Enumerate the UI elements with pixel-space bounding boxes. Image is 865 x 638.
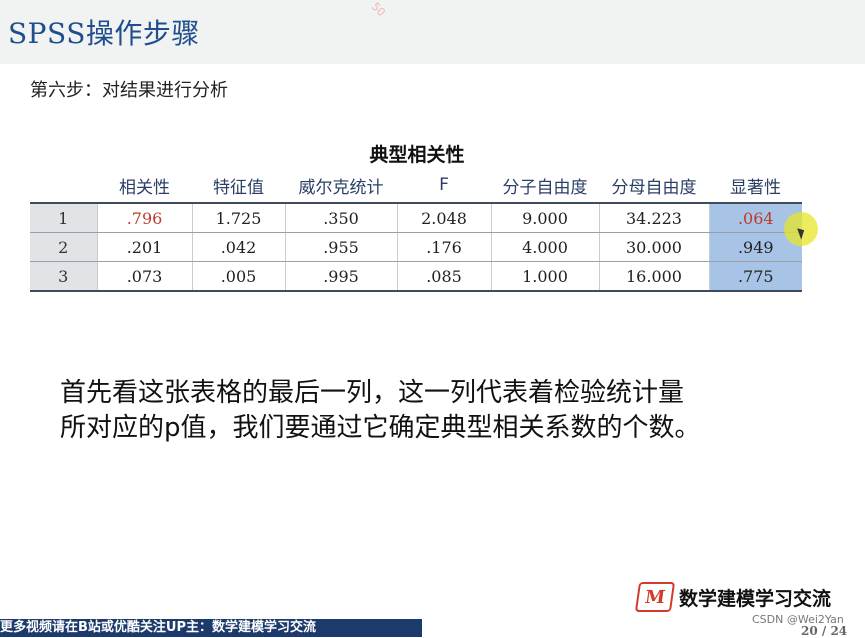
page-number: 20 / 24 <box>801 624 848 638</box>
cell-eigenvalue: .042 <box>191 232 285 262</box>
row-number: 2 <box>30 232 97 262</box>
header-wilks: 威尔克统计 <box>285 168 397 204</box>
header-significance: 显著性 <box>709 168 802 204</box>
brand-logo: M 数学建模学习交流 <box>634 582 832 612</box>
slide-description: 首先看这张表格的最后一列，这一列代表着检验统计量 所对应的p值，我们要通过它确定… <box>60 376 820 446</box>
cell-wilks: .955 <box>284 232 397 262</box>
cell-f: 2.048 <box>396 203 491 233</box>
table-title: 典型相关性 <box>369 144 465 166</box>
table-header-row: 相关性 特征值 威尔克统计 F 分子自由度 分母自由度 显著性 <box>30 168 802 204</box>
header-correlation: 相关性 <box>97 168 192 204</box>
slide-title: SPSS操作步骤 <box>8 17 200 50</box>
cell-f: .176 <box>396 232 491 262</box>
cell-correlation: .201 <box>96 232 192 262</box>
row-number: 3 <box>30 261 97 292</box>
logo-text: 数学建模学习交流 <box>679 587 832 610</box>
cell-num-df: 1.000 <box>490 261 599 292</box>
bottom-banner: 更多视频请在B站或优酷关注UP主：数学建模学习交流 <box>0 619 422 637</box>
cell-correlation: .796 <box>96 203 192 233</box>
table-row: 2 .201 .042 .955 .176 4.000 30.000 .949 <box>30 232 802 262</box>
header-f: F <box>397 168 491 204</box>
step-label: 第六步：对结果进行分析 <box>30 80 228 101</box>
description-line: 所对应的p值，我们要通过它确定典型相关系数的个数。 <box>60 413 701 443</box>
cell-significance: .775 <box>708 261 802 292</box>
cell-eigenvalue: .005 <box>191 261 285 292</box>
cell-num-df: 9.000 <box>490 203 599 233</box>
table-row: 3 .073 .005 .995 .085 1.000 16.000 .775 <box>30 261 802 292</box>
cell-wilks: .995 <box>284 261 397 292</box>
header-num-df: 分子自由度 <box>491 168 599 204</box>
table-row: 1 .796 1.725 .350 2.048 9.000 34.223 .06… <box>30 203 802 233</box>
cell-f: .085 <box>396 261 491 292</box>
row-number: 1 <box>30 203 97 233</box>
cell-den-df: 16.000 <box>598 261 709 292</box>
header-den-df: 分母自由度 <box>599 168 709 204</box>
header-blank <box>30 168 97 204</box>
cell-wilks: .350 <box>284 203 397 233</box>
cell-num-df: 4.000 <box>490 232 599 262</box>
description-line: 首先看这张表格的最后一列，这一列代表着检验统计量 <box>60 378 685 408</box>
cell-den-df: 30.000 <box>598 232 709 262</box>
cell-correlation: .073 <box>96 261 192 292</box>
canonical-correlation-table: 相关性 特征值 威尔克统计 F 分子自由度 分母自由度 显著性 1 .796 1… <box>30 168 802 292</box>
header-eigenvalue: 特征值 <box>192 168 285 204</box>
cell-den-df: 34.223 <box>598 203 709 233</box>
cell-eigenvalue: 1.725 <box>191 203 285 233</box>
logo-m-icon: M <box>634 582 676 612</box>
